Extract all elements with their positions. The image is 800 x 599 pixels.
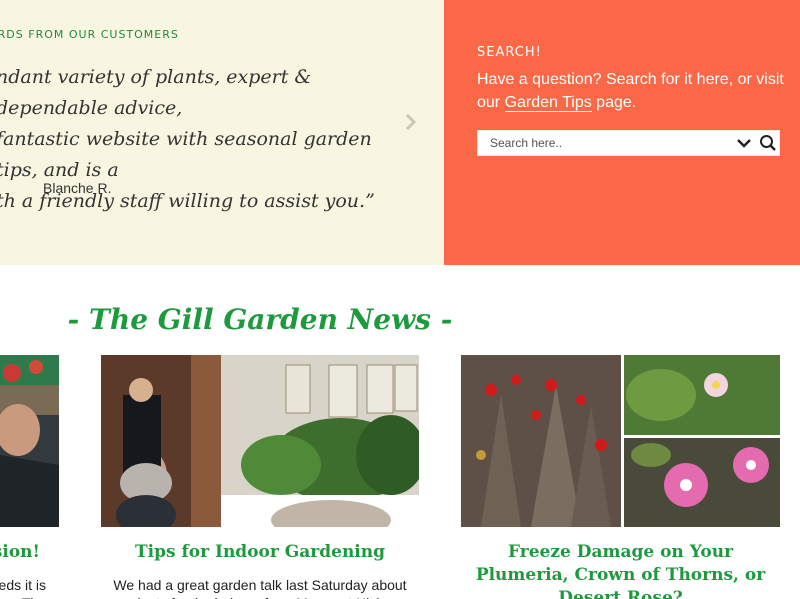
search-box [477, 130, 780, 156]
news-section-title: - The Gill Garden News - [67, 303, 453, 336]
garden-tips-link[interactable]: Garden Tips [504, 94, 592, 112]
search-description: Have a question? Search for it here, or … [477, 68, 797, 114]
chevron-right-icon[interactable] [402, 112, 420, 134]
search-icon[interactable] [759, 134, 777, 152]
news-card-title[interactable]: Tips for Indoor Gardening [101, 541, 419, 564]
testimonial-panel: ORDS FROM OUR CUSTOMERS ndant variety of… [0, 0, 444, 265]
chevron-down-icon[interactable] [736, 135, 752, 151]
news-card-title[interactable]: Freeze Damage on Your Plumeria, Crown of… [461, 541, 780, 599]
search-title: SEARCH! [477, 45, 542, 60]
search-panel: SEARCH! Have a question? Search for it h… [444, 0, 800, 265]
news-card-title[interactable]: sion! [0, 541, 40, 564]
testimonial-author: Blanche R. [43, 180, 112, 196]
search-input[interactable] [478, 131, 728, 155]
news-card-image[interactable] [101, 355, 419, 527]
testimonial-heading: ORDS FROM OUR CUSTOMERS [0, 28, 179, 41]
news-card-image[interactable] [0, 355, 59, 527]
search-desc-suffix: page. [591, 94, 637, 111]
news-card-text: eds it is The [0, 577, 46, 599]
news-card-text: We had a great garden talk last Saturday… [113, 577, 407, 599]
news-card-image[interactable] [461, 355, 780, 527]
